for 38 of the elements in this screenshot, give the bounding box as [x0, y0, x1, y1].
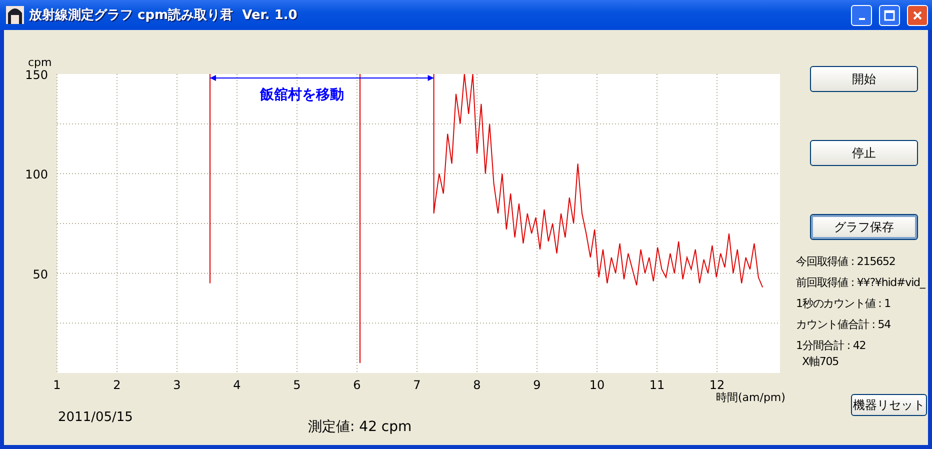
axis-label: 12 — [709, 378, 725, 392]
axis-label: 4 — [233, 378, 241, 392]
axis-label: 10 — [589, 378, 605, 392]
axis-label: 1 — [53, 378, 61, 392]
info-text: カウント値合計 : 54 — [796, 317, 892, 333]
axis-label: 9 — [533, 378, 541, 392]
close-button[interactable] — [907, 4, 928, 26]
axis-label: 100 — [25, 168, 48, 182]
info-text: 1分間合計 : 42 — [796, 338, 867, 354]
info-text: 1秒のカウント値 : 1 — [796, 296, 892, 312]
annotation-text: 飯舘村を移動 — [260, 86, 344, 103]
app-icon — [6, 6, 24, 24]
info-text: 前回取得値 : ¥¥?¥hid#vid_ — [796, 275, 926, 291]
minimize-icon — [858, 18, 864, 20]
date-label: 2011/05/15 — [58, 410, 134, 427]
axis-label: 5 — [293, 378, 301, 392]
axis-label: 11 — [649, 378, 665, 392]
measured-value: 測定値: 42 cpm — [308, 418, 412, 437]
info-text: 今回取得値 : 215652 — [796, 254, 896, 270]
axis-label: 6 — [353, 378, 361, 392]
axis-label: 7 — [413, 378, 421, 392]
reset-button[interactable]: 機器リセット — [851, 394, 927, 416]
action-button[interactable]: グラフ保存 — [810, 214, 918, 240]
close-icon — [912, 10, 923, 20]
action-button[interactable]: 停止 — [810, 140, 918, 166]
axis-label: 2 — [113, 378, 121, 392]
axis-label: 50 — [32, 267, 48, 282]
info-text: X軸705 — [802, 354, 840, 368]
axis-label: 3 — [173, 378, 181, 392]
maximize-button[interactable] — [879, 4, 900, 26]
axis-title: 時間(am/pm) — [716, 391, 786, 404]
window-title: 放射線測定グラフ cpm読み取り君 Ver. 1.0 — [29, 6, 298, 24]
axis-label: 8 — [473, 378, 481, 392]
axis-title: cpm — [28, 56, 52, 69]
minimize-button[interactable] — [851, 4, 872, 26]
action-button[interactable]: 開始 — [810, 66, 918, 92]
maximize-icon — [884, 10, 895, 20]
axis-label: 150 — [25, 68, 48, 82]
